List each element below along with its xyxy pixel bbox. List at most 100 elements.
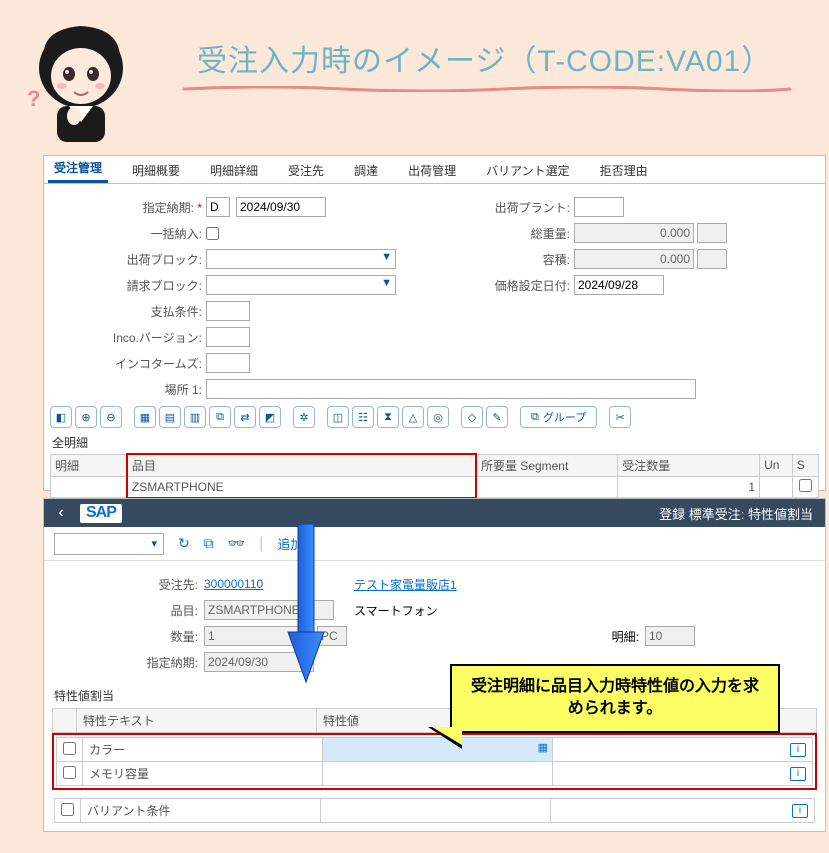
s-cell[interactable] [792, 477, 818, 498]
price-date-input[interactable] [574, 275, 664, 295]
tab-reject[interactable]: 拒否理由 [594, 158, 654, 183]
char-text: バリアント条件 [81, 799, 321, 823]
sap-order-window: 受注管理 明細概要 明細詳細 受注先 調達 出荷管理 バリアント選定 拒否理由 … [43, 155, 826, 491]
gross-weight-label: 総重量: [484, 225, 574, 242]
misc1-button[interactable]: ◫ [327, 406, 349, 428]
misc3-button[interactable]: ⧗ [377, 406, 399, 428]
soldto-label: 受注先: [54, 576, 204, 593]
page-header: ? 受注入力時のイメージ（T-CODE:VA01） [14, 16, 814, 136]
misc2-button[interactable]: ☷ [352, 406, 374, 428]
tab-soldto[interactable]: 受注先 [282, 158, 330, 183]
ship-plant-label: 出荷プラント: [484, 199, 574, 216]
batch-delivery-checkbox[interactable] [206, 227, 219, 240]
status-button[interactable]: ◩ [259, 406, 281, 428]
col-char-text: 特性テキスト [77, 709, 317, 733]
info-icon[interactable]: i [790, 743, 806, 757]
col-uom: Un [760, 454, 793, 477]
item-cell[interactable] [51, 477, 127, 498]
incoterms-input[interactable] [206, 353, 250, 373]
annotation-callout: 受注明細に品目入力時特性値の入力を求められます。 [450, 664, 780, 733]
pay-terms-input[interactable] [206, 301, 250, 321]
segment-cell[interactable] [476, 477, 618, 498]
qty-cell[interactable]: 1 [618, 477, 760, 498]
misc5-button[interactable]: ◎ [427, 406, 449, 428]
delivery-date-type-input[interactable] [206, 197, 230, 217]
volume-label: 容積: [484, 251, 574, 268]
refresh-icon[interactable]: ↻ [178, 535, 190, 552]
misc4-button[interactable]: △ [402, 406, 424, 428]
char-checkbox[interactable] [63, 766, 76, 779]
uom-cell[interactable] [760, 477, 793, 498]
col-qty: 受注数量 [618, 454, 760, 477]
back-button[interactable]: ‹ [44, 504, 78, 522]
char-row-variant-cond[interactable]: バリアント条件 i [55, 799, 815, 823]
material-cell[interactable]: ZSMARTPHONE [127, 477, 476, 498]
glasses-icon[interactable]: 👓 [228, 535, 245, 552]
items-table: 明細 品目 所要量 Segment 受注数量 Un S ZSMARTPHONE … [50, 453, 819, 499]
remove-item-button[interactable]: ⊖ [100, 406, 122, 428]
tab-item-overview[interactable]: 明細概要 [126, 158, 186, 183]
item-value [645, 626, 695, 646]
batch-delivery-label: 一括納入: [54, 225, 206, 242]
ship-block-label: 出荷ブロック: [54, 251, 206, 268]
place1-input[interactable] [206, 379, 696, 399]
tab-procurement[interactable]: 調達 [348, 158, 384, 183]
all-items-label: 全明細 [44, 432, 825, 453]
char-checkbox[interactable] [63, 742, 76, 755]
pay-terms-label: 支払条件: [54, 303, 206, 320]
ship-plant-input[interactable] [574, 197, 624, 217]
char-checkbox[interactable] [61, 803, 74, 816]
tab-variant[interactable]: バリアント選定 [480, 158, 576, 183]
config-button[interactable]: ✲ [293, 406, 315, 428]
attach-button[interactable]: ◇ [461, 406, 483, 428]
col-item: 明細 [51, 454, 127, 477]
layout1-button[interactable]: ▦ [134, 406, 156, 428]
info-icon[interactable]: i [792, 804, 808, 818]
col-s: S [792, 454, 818, 477]
material-name: スマートフォン [354, 602, 438, 619]
qty-label: 数量: [54, 628, 204, 645]
window2-toolbar: ▾ ↻ ⧉ 👓 | 追加 ▾ [44, 527, 825, 561]
col-check [53, 709, 77, 733]
variant-select[interactable]: ▾ [54, 533, 164, 555]
date-label: 指定納期: [54, 654, 204, 671]
docflow-button[interactable]: ⇄ [234, 406, 256, 428]
title-underline [182, 86, 792, 92]
col-material: 品目 [127, 454, 476, 477]
settings-button[interactable]: ✂ [609, 406, 631, 428]
layout2-button[interactable]: ▤ [159, 406, 181, 428]
window2-header: ‹ SAP 登録 標準受注: 特性値割当 [44, 499, 825, 527]
tab-strip: 受注管理 明細概要 明細詳細 受注先 調達 出荷管理 バリアント選定 拒否理由 [44, 156, 825, 184]
tab-item-detail[interactable]: 明細詳細 [204, 158, 264, 183]
tab-shipping[interactable]: 出荷管理 [402, 158, 462, 183]
layout3-button[interactable]: ▥ [184, 406, 206, 428]
price-date-label: 価格設定日付: [484, 277, 574, 294]
incoterms-label: インコタームズ: [54, 355, 206, 372]
inco-version-input[interactable] [206, 327, 250, 347]
valuehelp-icon[interactable]: ▦ [538, 741, 548, 754]
copy-icon[interactable]: ⧉ [204, 535, 214, 552]
ship-block-select[interactable] [206, 249, 396, 269]
group-button[interactable]: ⧉グループ [520, 406, 597, 428]
layout4-button[interactable]: ⧉ [209, 406, 231, 428]
question-mark-icon: ? [27, 86, 40, 112]
tab-order-mgmt[interactable]: 受注管理 [48, 155, 108, 183]
item-label: 明細: [595, 628, 645, 645]
info-icon[interactable]: i [790, 767, 806, 781]
gross-weight-value [574, 223, 694, 243]
soldto-name-link[interactable]: テスト家電量販店1 [354, 576, 457, 593]
char-info-cell: i [553, 762, 813, 786]
add-item-button[interactable]: ⊕ [75, 406, 97, 428]
char-value-input[interactable] [323, 762, 553, 786]
bill-block-select[interactable] [206, 275, 396, 295]
text-button[interactable]: ✎ [486, 406, 508, 428]
char-row-memory[interactable]: メモリ容量 i [57, 762, 813, 786]
char-value-input[interactable] [321, 799, 551, 823]
delivery-date-input[interactable] [236, 197, 326, 217]
display-button[interactable]: ◧ [50, 406, 72, 428]
char-text: カラー [83, 738, 323, 762]
item-toolbar: ◧ ⊕ ⊖ ▦ ▤ ▥ ⧉ ⇄ ◩ ✲ ◫ ☷ ⧗ △ ◎ ◇ ✎ ⧉グループ … [44, 402, 825, 432]
annotation-arrow [286, 524, 326, 684]
table-row[interactable]: ZSMARTPHONE 1 [51, 477, 819, 498]
s-checkbox[interactable] [799, 479, 812, 492]
